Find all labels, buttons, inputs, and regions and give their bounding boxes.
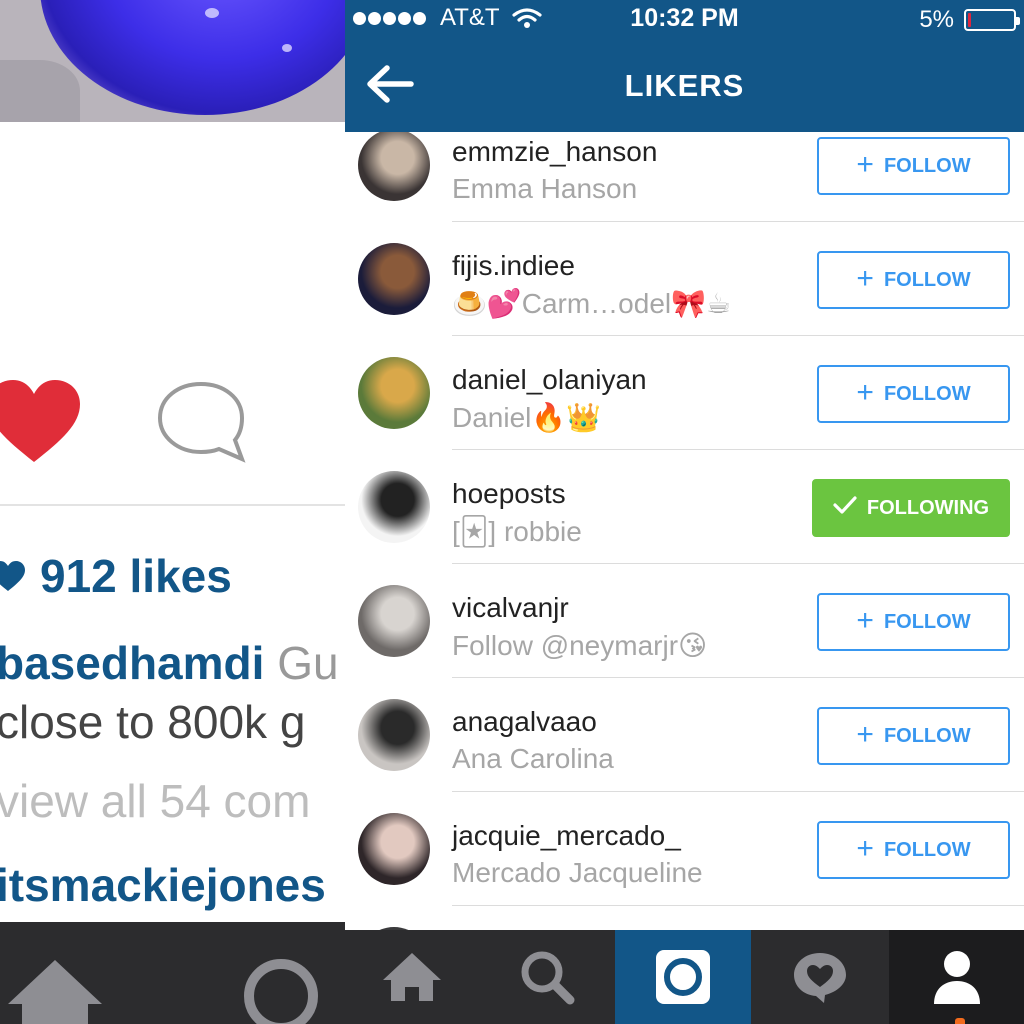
comment-username[interactable]: itsmackiejones [0,858,326,912]
checkmark-icon [833,495,857,521]
liker-username[interactable]: anagalvaao [452,706,597,738]
photo-shadow [0,60,80,122]
liker-full-name: Daniel🔥👑 [452,402,602,433]
liker-row[interactable]: jacquie_mercado_ Mercado Jacqueline + FOLLO… [345,792,1024,906]
liker-row[interactable]: emmzie_hanson Emma Hanson + FOLLOW [345,132,1024,222]
battery-status: 5% [919,6,1020,34]
liker-username[interactable]: vicalvanjr [452,592,569,624]
notification-indicator [955,1018,965,1024]
photo-highlight [205,8,219,18]
page-title: LIKERS [624,68,745,103]
status-bar: AT&T 10:32 PM 5% [345,0,1024,36]
liker-username[interactable]: hoeposts [452,478,566,510]
follow-button-label: FOLLOW [883,154,971,177]
follow-button-label: FOLLOW [883,610,971,633]
activity-heart-icon [794,953,846,1003]
follow-button[interactable]: + FOLLOW [817,251,1010,309]
profile-icon [933,951,980,1004]
liker-row[interactable]: daniel_olaniyan Daniel🔥👑 + FOLLOW [345,336,1024,450]
battery-icon [964,9,1020,31]
like-heart-icon[interactable] [0,378,82,464]
home-icon [383,953,441,1001]
likes-count[interactable]: 912 likes [0,550,232,602]
avatar[interactable] [358,471,430,543]
navigation-bar: AT&T 10:32 PM 5% LIKERS [345,0,1024,132]
liker-username[interactable]: fijis.indiee [452,250,575,282]
liker-full-name: Ana Carolina [452,743,614,774]
divider [0,504,345,506]
follow-button[interactable]: + FOLLOW [817,593,1010,651]
follow-button[interactable]: + FOLLOW [817,137,1010,195]
following-button[interactable]: FOLLOWING [812,479,1010,537]
liker-username[interactable]: daniel_olaniyan [452,364,647,396]
plus-icon: + [856,262,874,295]
tab-camera[interactable] [615,930,751,1024]
tab-search[interactable] [479,930,615,1024]
follow-button[interactable]: + FOLLOW [817,365,1010,423]
liker-full-name: [🃏] robbie [452,516,582,547]
tab-home[interactable] [345,930,479,1024]
follow-button-label: FOLLOWING [866,496,990,519]
tab-bar [345,930,1024,1024]
avatar[interactable] [358,357,430,429]
small-heart-icon [0,561,25,591]
caption-username[interactable]: basedhamdi [0,637,264,689]
liker-row[interactable]: vicalvanjr Follow @neymarjr😘 + FOLLOW [345,564,1024,678]
caption-continued: close to 800k g [0,696,306,748]
search-icon[interactable] [238,956,324,1024]
follow-button[interactable]: + FOLLOW [817,707,1010,765]
battery-level [968,13,971,27]
home-icon[interactable] [6,958,104,1024]
liker-row-partial[interactable] [345,906,1024,930]
liker-username[interactable]: emmzie_hanson [452,136,657,168]
caption-text: Gu [264,637,339,689]
plus-icon: + [856,718,874,751]
follow-button-label: FOLLOW [883,724,971,747]
likes-label: 912 likes [40,550,232,602]
follow-button-label: FOLLOW [883,838,971,861]
battery-percent: 5% [919,6,954,33]
post-screen: 912 likes basedhamdi Gu close to 800k g … [0,0,345,1024]
search-icon [521,951,575,1005]
avatar[interactable] [358,699,430,771]
plus-icon: + [856,376,874,409]
follow-button-label: FOLLOW [883,382,971,405]
liker-row[interactable]: fijis.indiee 🍮💕Carm…odel🎀☕ + FOLLOW [345,222,1024,336]
follow-button-label: FOLLOW [883,268,971,291]
avatar[interactable] [358,243,430,315]
tab-activity[interactable] [751,930,889,1024]
liker-full-name: 🍮💕Carm…odel🎀☕ [452,288,732,319]
follow-button[interactable]: + FOLLOW [817,821,1010,879]
liker-full-name: Emma Hanson [452,173,638,204]
plus-icon: + [856,148,874,181]
liker-full-name: Follow @neymarjr😘 [452,630,708,661]
caption: basedhamdi Gu [0,636,339,690]
photo-subject [40,0,345,115]
plus-icon: + [856,832,874,865]
likers-list[interactable]: emmzie_hanson Emma Hanson + FOLLOW fijis.ind… [345,132,1024,930]
avatar[interactable] [358,585,430,657]
post-photo[interactable] [0,0,345,122]
view-all-comments-link[interactable]: view all 54 com [0,774,310,828]
comment-bubble-icon[interactable] [156,380,246,464]
plus-icon: + [856,604,874,637]
avatar[interactable] [358,813,430,885]
liker-full-name: Mercado Jacqueline [452,857,703,888]
likers-screen: AT&T 10:32 PM 5% LIKERS emmzie_hanson Em… [345,0,1024,1024]
liker-row[interactable]: hoeposts [🃏] robbie FOLLOWING [345,450,1024,564]
liker-row[interactable]: anagalvaao Ana Carolina + FOLLOW [345,678,1024,792]
photo-highlight [282,44,292,52]
avatar[interactable] [358,132,430,201]
tab-profile[interactable] [889,930,1024,1024]
camera-icon [656,950,710,1004]
liker-username[interactable]: jacquie_mercado_ [452,820,681,852]
